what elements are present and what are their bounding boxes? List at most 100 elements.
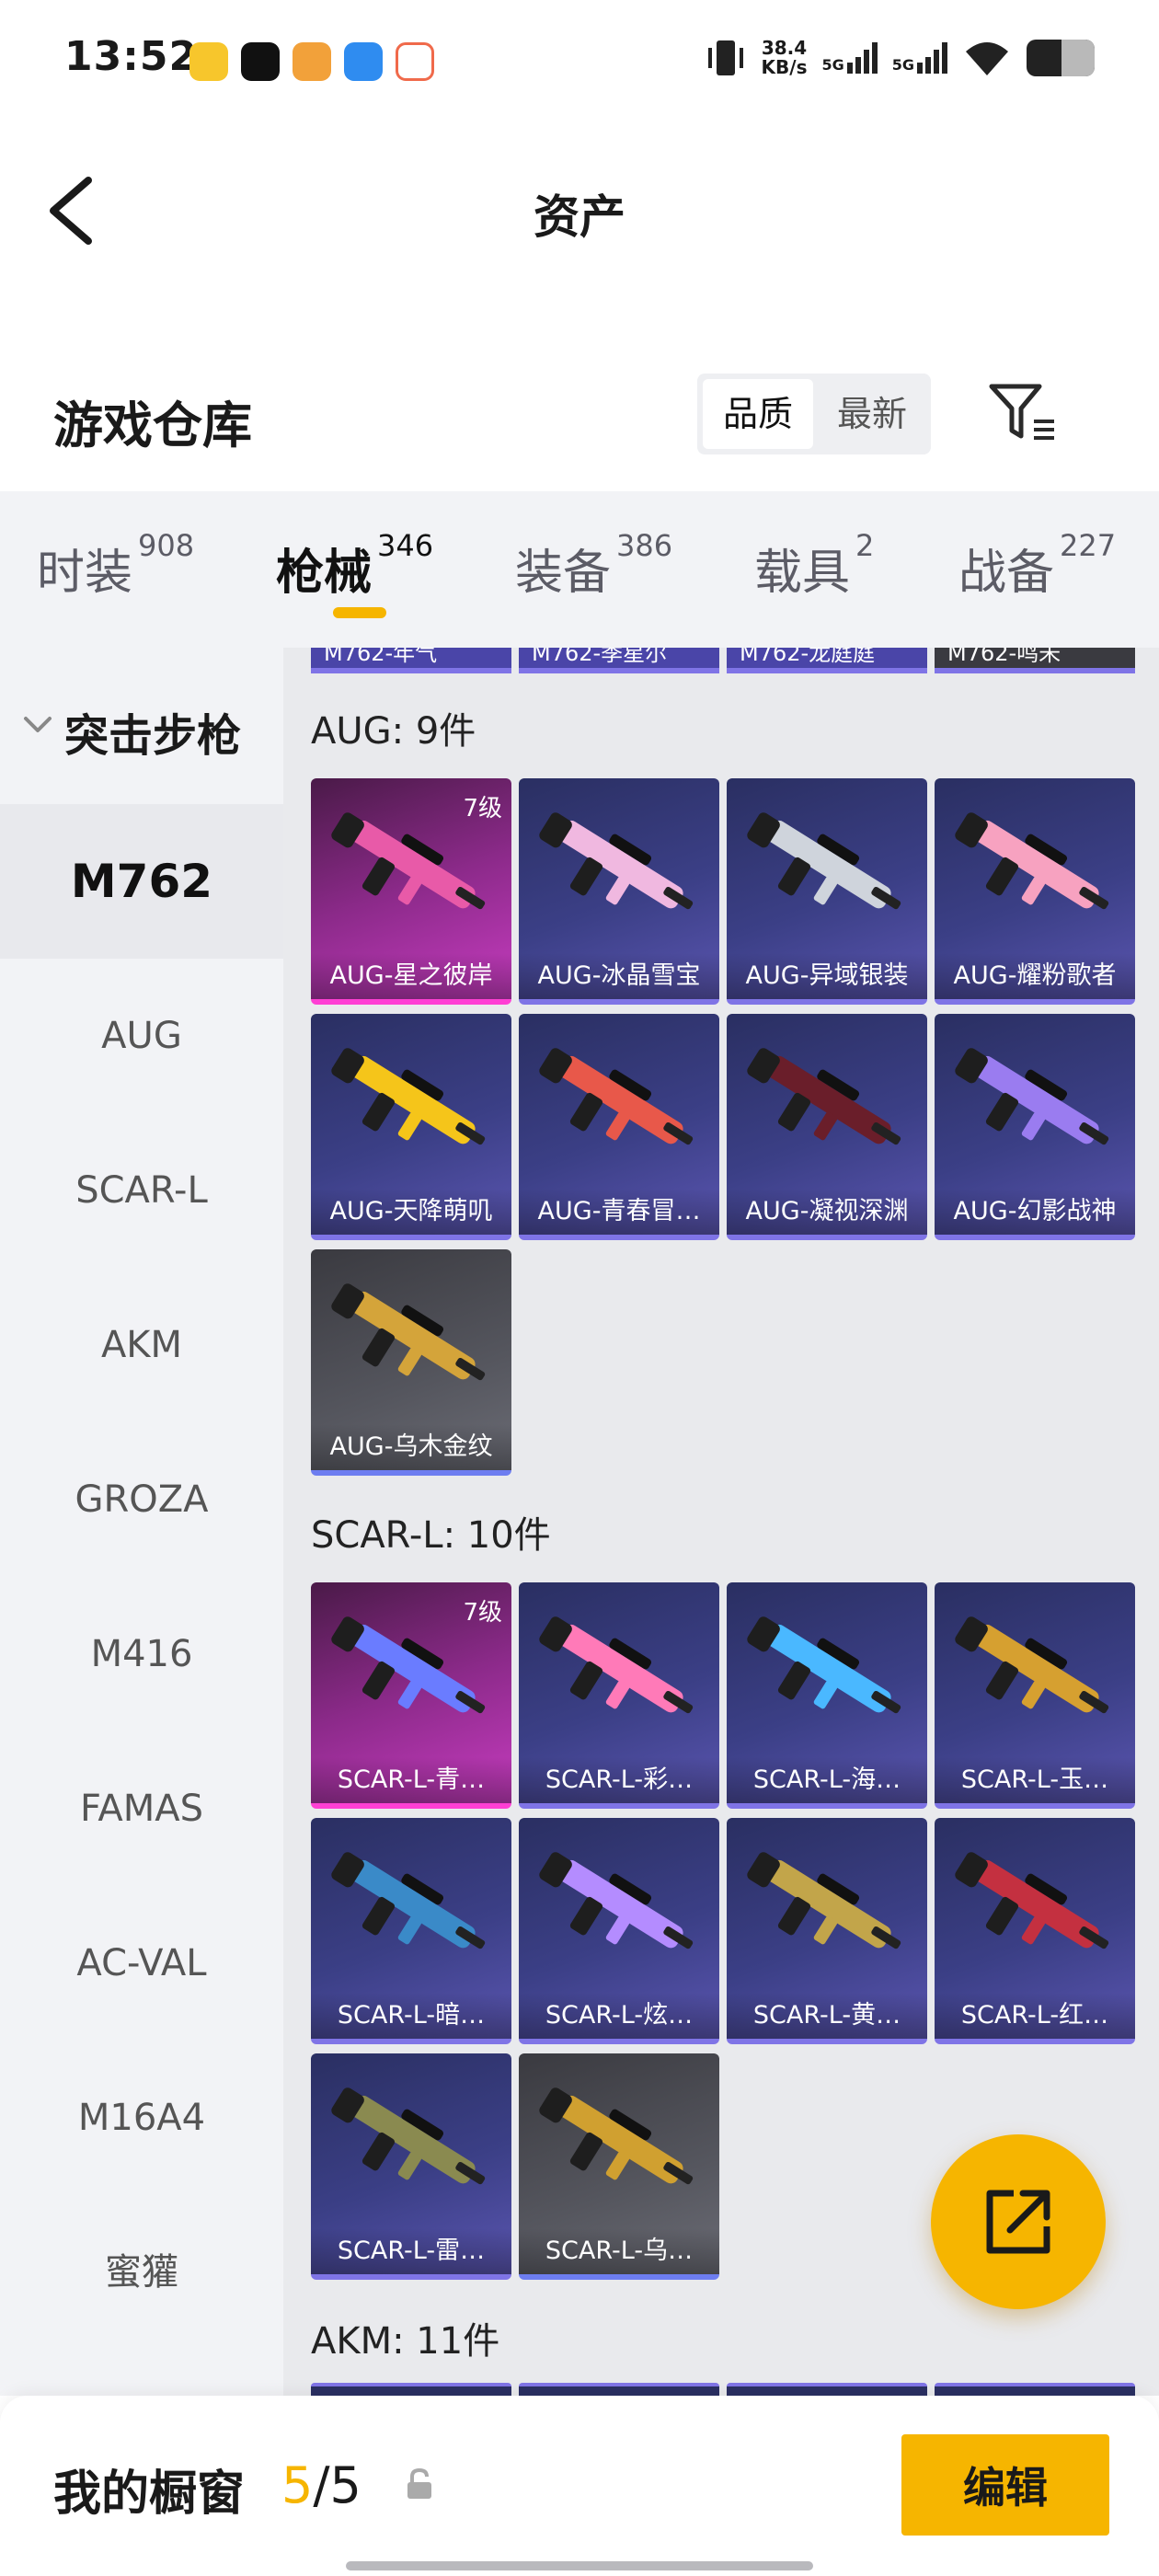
signal-1: 5G [821,42,878,74]
system-indicators: 38.4 KB/s 5G 5G [705,37,1095,79]
page-title: 资产 [534,190,625,244]
skin-name: SCAR-L-黄… [727,1993,927,2039]
tab-vehicles[interactable]: 载具 2 [754,528,874,603]
signal-label: 5G [891,56,914,74]
skin-card-partial[interactable] [935,2383,1135,2396]
skin-name: SCAR-L-红… [935,1993,1135,2039]
share-fab-button[interactable] [931,2134,1106,2309]
skin-card-partial[interactable] [727,2383,927,2396]
sidebar-item-honey-badger[interactable]: 蜜獾 [0,2195,283,2350]
skin-card[interactable]: SCAR-L-红… [935,1818,1135,2044]
skin-name: AUG-天降萌叽 [311,1189,511,1235]
home-indicator[interactable] [346,2561,813,2570]
category-title-scar-l: SCAR-L: 10件 [311,1514,551,1557]
sidebar-item-m416[interactable]: M416 [0,1577,283,1731]
skin-card[interactable]: AUG-青春冒… [519,1014,719,1240]
skin-card[interactable]: 7级 SCAR-L-青… [311,1582,511,1809]
skin-card-partial[interactable]: M762-季星尔 [519,648,719,673]
app-notification-icon [293,42,331,81]
skin-card[interactable]: SCAR-L-玉… [935,1582,1135,1809]
skin-name: SCAR-L-雷… [311,2228,511,2274]
tab-equipment[interactable]: 装备 386 [515,528,672,603]
skin-card[interactable]: 7级 AUG-星之彼岸 [311,778,511,1005]
sidebar-item-aug[interactable]: AUG [0,959,283,1113]
skin-name: AUG-乌木金纹 [311,1424,511,1470]
weapon-skin-image [331,1283,486,1381]
showcase-label: 我的橱窗 [53,2467,246,2522]
sidebar-item-ac-val[interactable]: AC-VAL [0,1886,283,2041]
skin-card-partial[interactable]: M762-鸣未 [935,648,1135,673]
weapon-skin-image [747,1852,901,1949]
skin-card[interactable]: AUG-幻影战神 [935,1014,1135,1240]
skin-card[interactable]: SCAR-L-暗… [311,1818,511,2044]
weapon-skin-image [955,812,1109,910]
weapon-skin-image [331,2087,486,2185]
skin-card[interactable]: AUG-乌木金纹 [311,1249,511,1476]
skin-card[interactable]: AUG-凝视深渊 [727,1014,927,1240]
sort-newest-option[interactable]: 最新 [817,379,927,449]
weapon-skin-image [539,1616,694,1714]
skin-card[interactable]: AUG-冰晶雪宝 [519,778,719,1005]
signal-label: 5G [821,56,844,74]
skin-card[interactable]: SCAR-L-彩… [519,1582,719,1809]
sidebar-group-label: 突击步枪 [64,710,242,762]
tab-count: 346 [377,528,434,563]
speed-unit: KB/s [761,56,808,78]
skin-name: AUG-星之彼岸 [311,953,511,999]
skin-name: SCAR-L-炫… [519,1993,719,2039]
sidebar-group-assault-rifles[interactable]: 突击步枪 [0,648,283,804]
weapon-skin-image [955,1852,1109,1949]
sidebar-item-groza[interactable]: GROZA [0,1422,283,1577]
skin-name: M762-鸣未 [947,648,1061,666]
skin-card[interactable]: SCAR-L-炫… [519,1818,719,2044]
skin-card-partial[interactable]: M762-龙庭庭 [727,648,927,673]
showcase-bar: 我的橱窗 5/5 编辑 [0,2396,1159,2576]
weapon-skin-image [539,812,694,910]
skin-card[interactable]: SCAR-L-乌… [519,2053,719,2280]
skin-card[interactable]: AUG-异域银装 [727,778,927,1005]
signal-bars-icon [917,42,947,74]
battery-icon [1027,40,1095,76]
tab-count: 386 [616,528,673,563]
skin-name: SCAR-L-海… [727,1757,927,1803]
skin-name: AUG-耀粉歌者 [935,953,1135,999]
tab-label: 枪械 [276,546,373,601]
skin-card[interactable]: SCAR-L-黄… [727,1818,927,2044]
share-external-icon [986,2190,1050,2254]
skin-card-partial[interactable]: M762-年气 [311,648,511,673]
edit-button[interactable]: 编辑 [901,2434,1109,2536]
vibrate-icon [707,40,743,75]
tab-guns[interactable]: 枪械 346 [276,528,433,603]
skin-card[interactable]: SCAR-L-雷… [311,2053,511,2280]
skin-card-partial[interactable] [519,2383,719,2396]
notification-icons [189,42,434,81]
showcase-count: 5/5 [281,2456,361,2514]
skin-card[interactable]: AUG-耀粉歌者 [935,778,1135,1005]
skin-card-partial[interactable] [311,2383,511,2396]
sidebar-item-famas[interactable]: FAMAS [0,1731,283,1886]
signal-bars-icon [846,42,878,74]
tab-supplies[interactable]: 战备 227 [958,528,1116,603]
weapon-sidebar: 突击步枪 M762 AUG SCAR-L AKM GROZA M416 FAMA… [0,648,283,2396]
sidebar-item-akm[interactable]: AKM [0,1268,283,1422]
filter-icon[interactable] [986,381,1060,445]
skin-card[interactable]: AUG-天降萌叽 [311,1014,511,1240]
tab-fashion[interactable]: 时装 908 [37,528,194,603]
skin-name: M762-龙庭庭 [740,648,876,666]
sidebar-item-scar-l[interactable]: SCAR-L [0,1113,283,1268]
weapon-grid: M762-年气 M762-季星尔 M762-龙庭庭 M762-鸣未 AUG: 9… [283,648,1159,2396]
skin-name: AUG-凝视深渊 [727,1189,927,1235]
skin-card[interactable]: SCAR-L-海… [727,1582,927,1809]
sidebar-item-m16a4[interactable]: M16A4 [0,2041,283,2195]
weapon-skin-image [747,812,901,910]
tab-label: 战备 [958,546,1055,601]
sort-quality-option[interactable]: 品质 [703,379,813,449]
status-time: 13:52 [64,33,199,80]
sidebar-item-m762[interactable]: M762 [0,804,283,959]
signal-2: 5G [892,42,947,74]
assets-screen: 13:52 38.4 KB/s 5G 5G 资产 游戏仓库 品质 最新 时装 9… [0,0,1159,2576]
app-notification-icon [189,42,228,81]
gamepad-notification-icon [396,42,434,81]
tab-count: 908 [138,528,195,563]
tab-label: 载具 [754,546,851,601]
